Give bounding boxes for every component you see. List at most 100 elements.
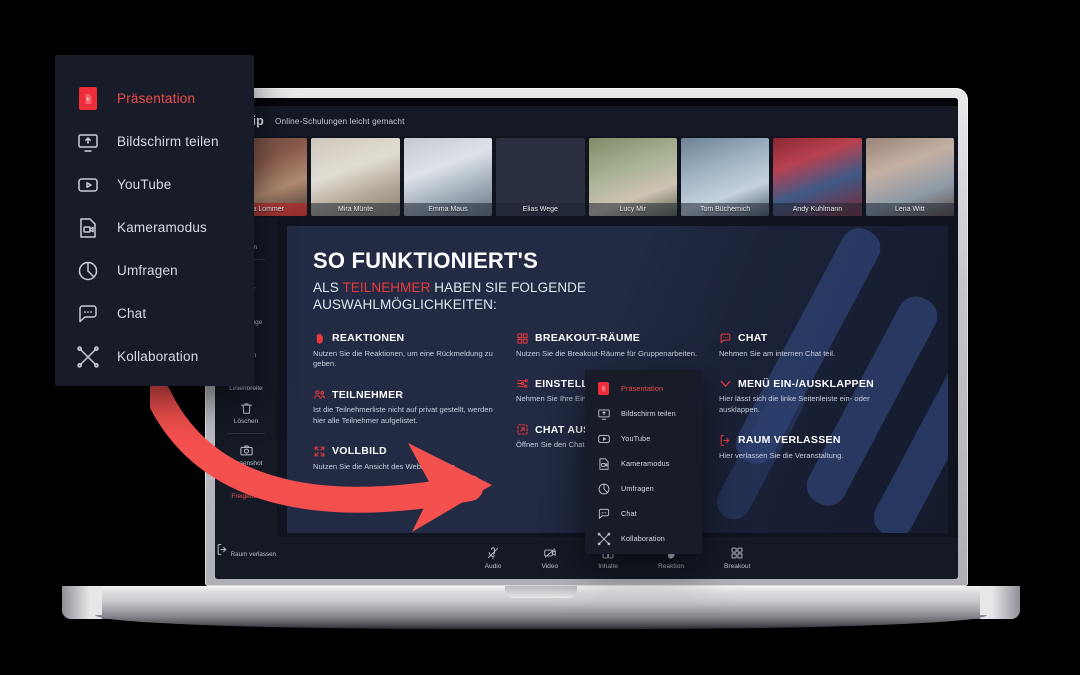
content-menu-item-kollaboration[interactable]: Kollaboration (55, 335, 254, 378)
content-menu-item-label: Bildschirm teilen (621, 409, 676, 418)
participant-tile[interactable]: Tom Büchernich (680, 138, 770, 216)
content-menu-small[interactable]: Präsentation Bildschirm teilen YouTube Kame… (585, 370, 702, 554)
chevron-down-icon (719, 377, 732, 390)
youtube-icon (75, 172, 101, 198)
fullscreen-icon (313, 445, 326, 458)
trash-icon (215, 401, 277, 416)
content-menu-item-label: Kollaboration (117, 349, 199, 364)
participants-icon (313, 388, 326, 401)
sidebar-item-lschen[interactable]: Löschen (215, 396, 277, 429)
share-screen-icon (75, 129, 101, 155)
slide-column: REAKTIONEN Nutzen Sie die Reaktionen, um … (313, 332, 516, 491)
content-menu-item-label: YouTube (117, 177, 172, 192)
leave-room-button[interactable]: Raum verlassen (215, 537, 277, 579)
bottom-button-label: Audio (484, 563, 502, 570)
participant-tile[interactable]: Elias Wege (496, 138, 585, 216)
participant-tile[interactable]: Andy Kuhlmann (773, 138, 862, 216)
sidebar-item-screenshot[interactable]: Screenshot (215, 438, 277, 471)
content-menu-item-prsentation[interactable]: Präsentation (585, 376, 702, 401)
content-menu-item-prsentation[interactable]: Präsentation (55, 77, 254, 120)
participant-tile[interactable]: Emma Maus (403, 138, 493, 216)
laptop-trackpad-notch (505, 586, 577, 598)
lock-icon (215, 476, 277, 491)
slide-feature: CHAT Nehmen Sie am internen Chat teil. (719, 332, 908, 360)
slide-subtitle-highlight: TEILNEHMER (342, 280, 431, 295)
sidebar-divider (227, 433, 265, 434)
brand-tagline: Online-Schulungen leicht gemacht (275, 116, 405, 126)
content-menu-item-label: Präsentation (117, 91, 196, 106)
leave-room-label: Raum verlassen (230, 551, 277, 558)
slide-feature-body: Nutzen Sie die Ansicht des Webinarraums. (313, 461, 457, 471)
slide-column: CHAT Nehmen Sie am internen Chat teil. MEN… (719, 332, 922, 491)
collaboration-icon (75, 344, 101, 370)
content-menu-item-label: Chat (117, 306, 147, 321)
participant-tile[interactable]: Lena Witt (865, 138, 954, 216)
slide-feature-title: CHAT (737, 332, 768, 345)
slide-feature-body: Nutzen Sie die Breakout-Räume für Gruppe… (515, 348, 698, 358)
content-menu-item-kameramodus[interactable]: Kameramodus (585, 451, 702, 476)
participant-name: Andy Kuhlmann (773, 203, 862, 216)
leave-icon (719, 434, 732, 447)
slide-feature: BREAKOUT-RÄUME Nutzen Sie die Breakout-Rä… (516, 332, 705, 360)
camera-mode-icon (596, 456, 611, 471)
content-menu-item-label: YouTube (621, 434, 651, 443)
bottom-button-label: Reaktion (658, 563, 685, 570)
slide-feature-head: VOLLBILD (313, 445, 502, 458)
pdf-icon (596, 381, 611, 396)
bottom-button-video[interactable]: Video (541, 546, 558, 570)
slide-feature-body: Hier lässt sich die linke Seitenleiste e… (718, 394, 870, 415)
content-menu-item-kollaboration[interactable]: Kollaboration (585, 526, 702, 551)
content-menu-item-label: Präsentation (621, 384, 664, 393)
mic-muted-icon (485, 546, 502, 560)
participant-name: Lena Witt (865, 203, 954, 216)
leave-icon (216, 544, 231, 558)
slide-feature-title: RAUM VERLASSEN (737, 434, 841, 447)
breakout-icon (516, 332, 529, 345)
sidebar-item-label: Löschen (233, 418, 259, 425)
popout-icon (516, 423, 529, 436)
pdf-icon (75, 86, 101, 112)
share-screen-icon (596, 406, 611, 421)
participant-name: Emma Maus (403, 203, 493, 216)
content-menu-item-youtube[interactable]: YouTube (585, 426, 702, 451)
slide-feature-head: CHAT (719, 332, 908, 345)
content-menu-item-youtube[interactable]: YouTube (55, 163, 254, 206)
laptop-base-shadow (95, 615, 987, 629)
hand-icon (313, 332, 326, 345)
app-header: dudip Online-Schulungen leicht gemacht (215, 106, 958, 136)
content-menu-item-label: Kameramodus (117, 220, 207, 235)
content-menu-item-label: Bildschirm teilen (117, 134, 219, 149)
chat-icon (719, 332, 732, 345)
content-menu-item-bildschirmteilen[interactable]: Bildschirm teilen (55, 120, 254, 163)
screenshot-root: dudip Online-Schulungen leicht gemacht A… (0, 0, 1080, 675)
participant-name: Elias Wege (496, 203, 585, 216)
content-menu-item-chat[interactable]: Chat (585, 501, 702, 526)
app-titlebar (215, 98, 958, 106)
slide-feature-body: Nehmen Sie am internen Chat teil. (718, 348, 836, 358)
content-menu-large[interactable]: Präsentation Bildschirm teilen YouTube Kame… (55, 55, 254, 386)
content-menu-item-label: Kameramodus (621, 459, 670, 468)
slide-feature-title: BREAKOUT-RÄUME (534, 332, 641, 345)
bottom-button-label: Breakout (724, 563, 751, 570)
content-menu-item-label: Chat (621, 509, 637, 518)
bottom-button-breakout[interactable]: Breakout (724, 546, 750, 570)
sidebar-item-freigeben[interactable]: Freigeben (215, 471, 277, 504)
content-menu-item-kameramodus[interactable]: Kameramodus (55, 206, 254, 249)
camera-muted-icon (541, 546, 558, 560)
bottom-button-audio[interactable]: Audio (484, 546, 502, 570)
content-menu-item-umfragen[interactable]: Umfragen (55, 249, 254, 292)
participant-tile[interactable]: Lucy Mir (588, 138, 677, 216)
participant-tile[interactable]: Mira Münte (311, 138, 400, 216)
content-menu-item-umfragen[interactable]: Umfragen (585, 476, 702, 501)
settings-icon (516, 377, 529, 390)
slide-feature-head: BREAKOUT-RÄUME (516, 332, 705, 345)
slide-feature-head: MENÜ EIN-/AUSKLAPPEN (719, 377, 908, 390)
chat-icon (75, 301, 101, 327)
poll-icon (75, 258, 101, 284)
camera-icon (215, 443, 277, 458)
content-menu-item-bildschirmteilen[interactable]: Bildschirm teilen (585, 401, 702, 426)
sidebar-item-label: Linienbreite (229, 385, 263, 392)
slide-feature: VOLLBILD Nutzen Sie die Ansicht des Webin… (313, 445, 502, 473)
slide-feature: REAKTIONEN Nutzen Sie die Reaktionen, um … (313, 332, 502, 371)
content-menu-item-chat[interactable]: Chat (55, 292, 254, 335)
